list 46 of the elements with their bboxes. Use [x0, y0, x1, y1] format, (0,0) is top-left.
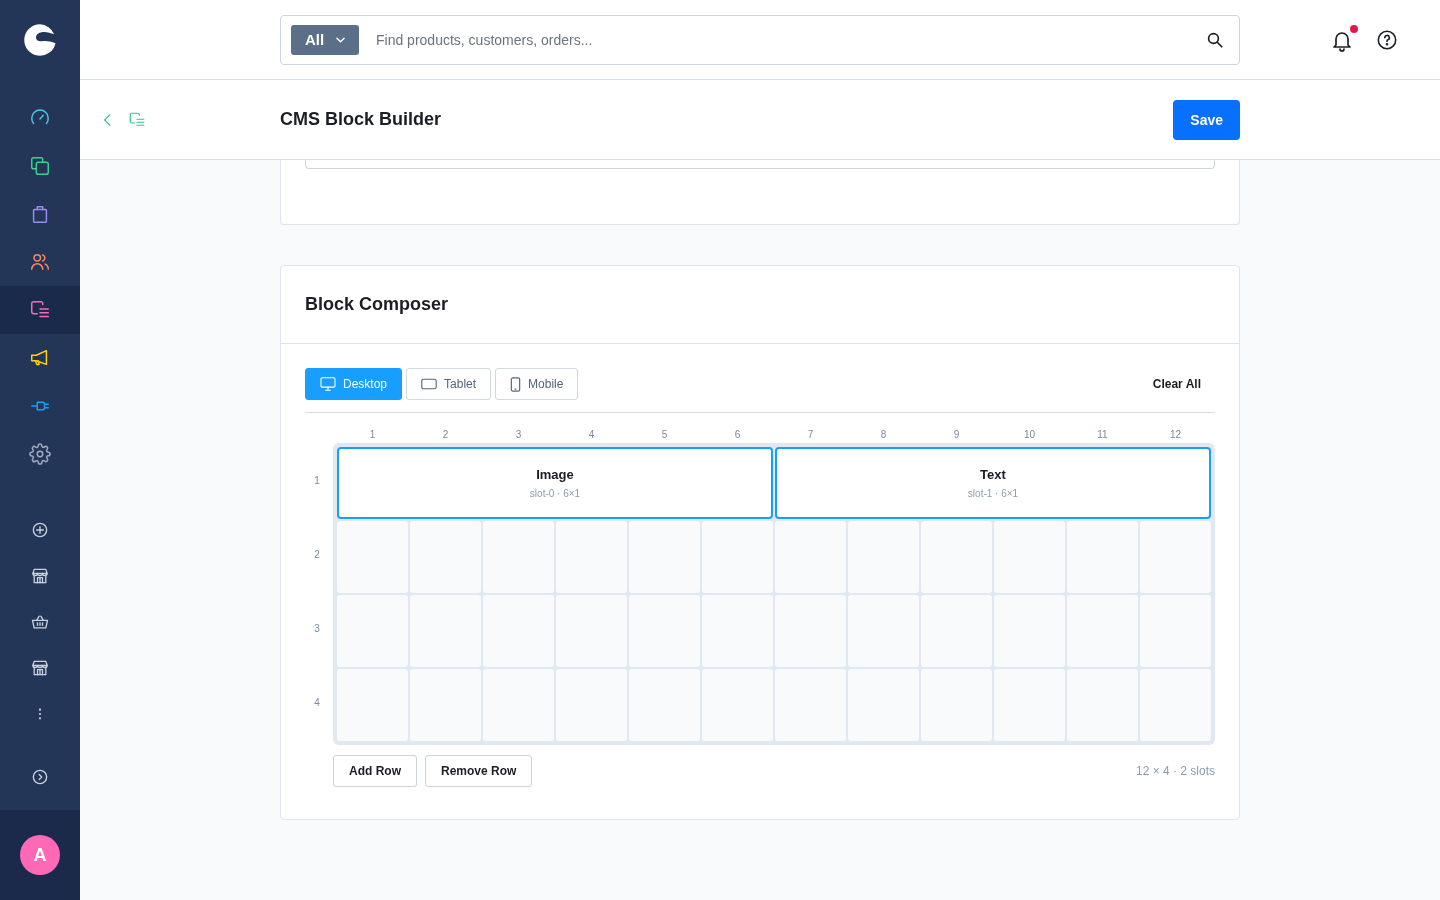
column-number: 10 [1022, 428, 1037, 442]
column-number: 9 [952, 428, 961, 442]
layout-list-icon[interactable] [128, 110, 146, 129]
search-field[interactable]: All Find products, customers, orders... [280, 14, 1240, 65]
row-number: 4 [313, 695, 321, 710]
chevron-down-icon [336, 36, 346, 43]
save-button[interactable]: Save [1173, 99, 1240, 140]
store-icon[interactable] [30, 566, 50, 586]
row-number: 2 [313, 547, 321, 562]
device-tab[interactable]: Tablet [406, 368, 492, 400]
slot-block[interactable]: Text slot-1 · 6×1 [775, 447, 1211, 519]
device-tab[interactable]: Mobile [495, 368, 579, 400]
tablet-icon [421, 377, 438, 391]
help-icon[interactable] [1376, 28, 1398, 51]
more-vertical-icon[interactable] [38, 708, 42, 720]
clear-all-button[interactable]: Clear All [1152, 377, 1201, 391]
column-number: 12 [1168, 428, 1183, 442]
column-number: 8 [879, 428, 888, 442]
sidebar-item[interactable] [0, 286, 80, 334]
phone-icon [510, 376, 522, 392]
card-title: Block Composer [305, 294, 449, 315]
column-number: 7 [806, 428, 815, 442]
slot-meta: slot-1 · 6×1 [967, 488, 1019, 499]
slot-block[interactable]: Image slot-0 · 6×1 [337, 447, 773, 519]
column-number: 11 [1096, 428, 1109, 442]
column-number: 5 [660, 428, 669, 442]
slot-title: Text [980, 467, 1006, 482]
column-number: 2 [441, 428, 450, 442]
row-action-button[interactable]: Add Row [333, 755, 417, 787]
store-icon[interactable] [30, 658, 50, 678]
page-title: CMS Block Builder [280, 109, 442, 130]
scope-dropdown[interactable]: All [291, 24, 359, 55]
slot-meta: slot-0 · 6×1 [529, 488, 581, 499]
grid-summary: 12 × 4 · 2 slots [1135, 764, 1215, 778]
column-number: 3 [514, 428, 523, 442]
column-number: 6 [733, 428, 742, 442]
input-field[interactable] [305, 160, 1215, 169]
row-number: 1 [313, 473, 321, 488]
row-action-button[interactable]: Remove Row [425, 755, 533, 787]
search-icon[interactable] [1206, 30, 1224, 49]
logo-icon[interactable] [22, 22, 58, 58]
column-number: 1 [368, 428, 377, 442]
slot-title: Image [536, 467, 574, 482]
monitor-icon [320, 377, 336, 391]
column-number: 4 [587, 428, 596, 442]
row-number: 3 [313, 621, 321, 636]
